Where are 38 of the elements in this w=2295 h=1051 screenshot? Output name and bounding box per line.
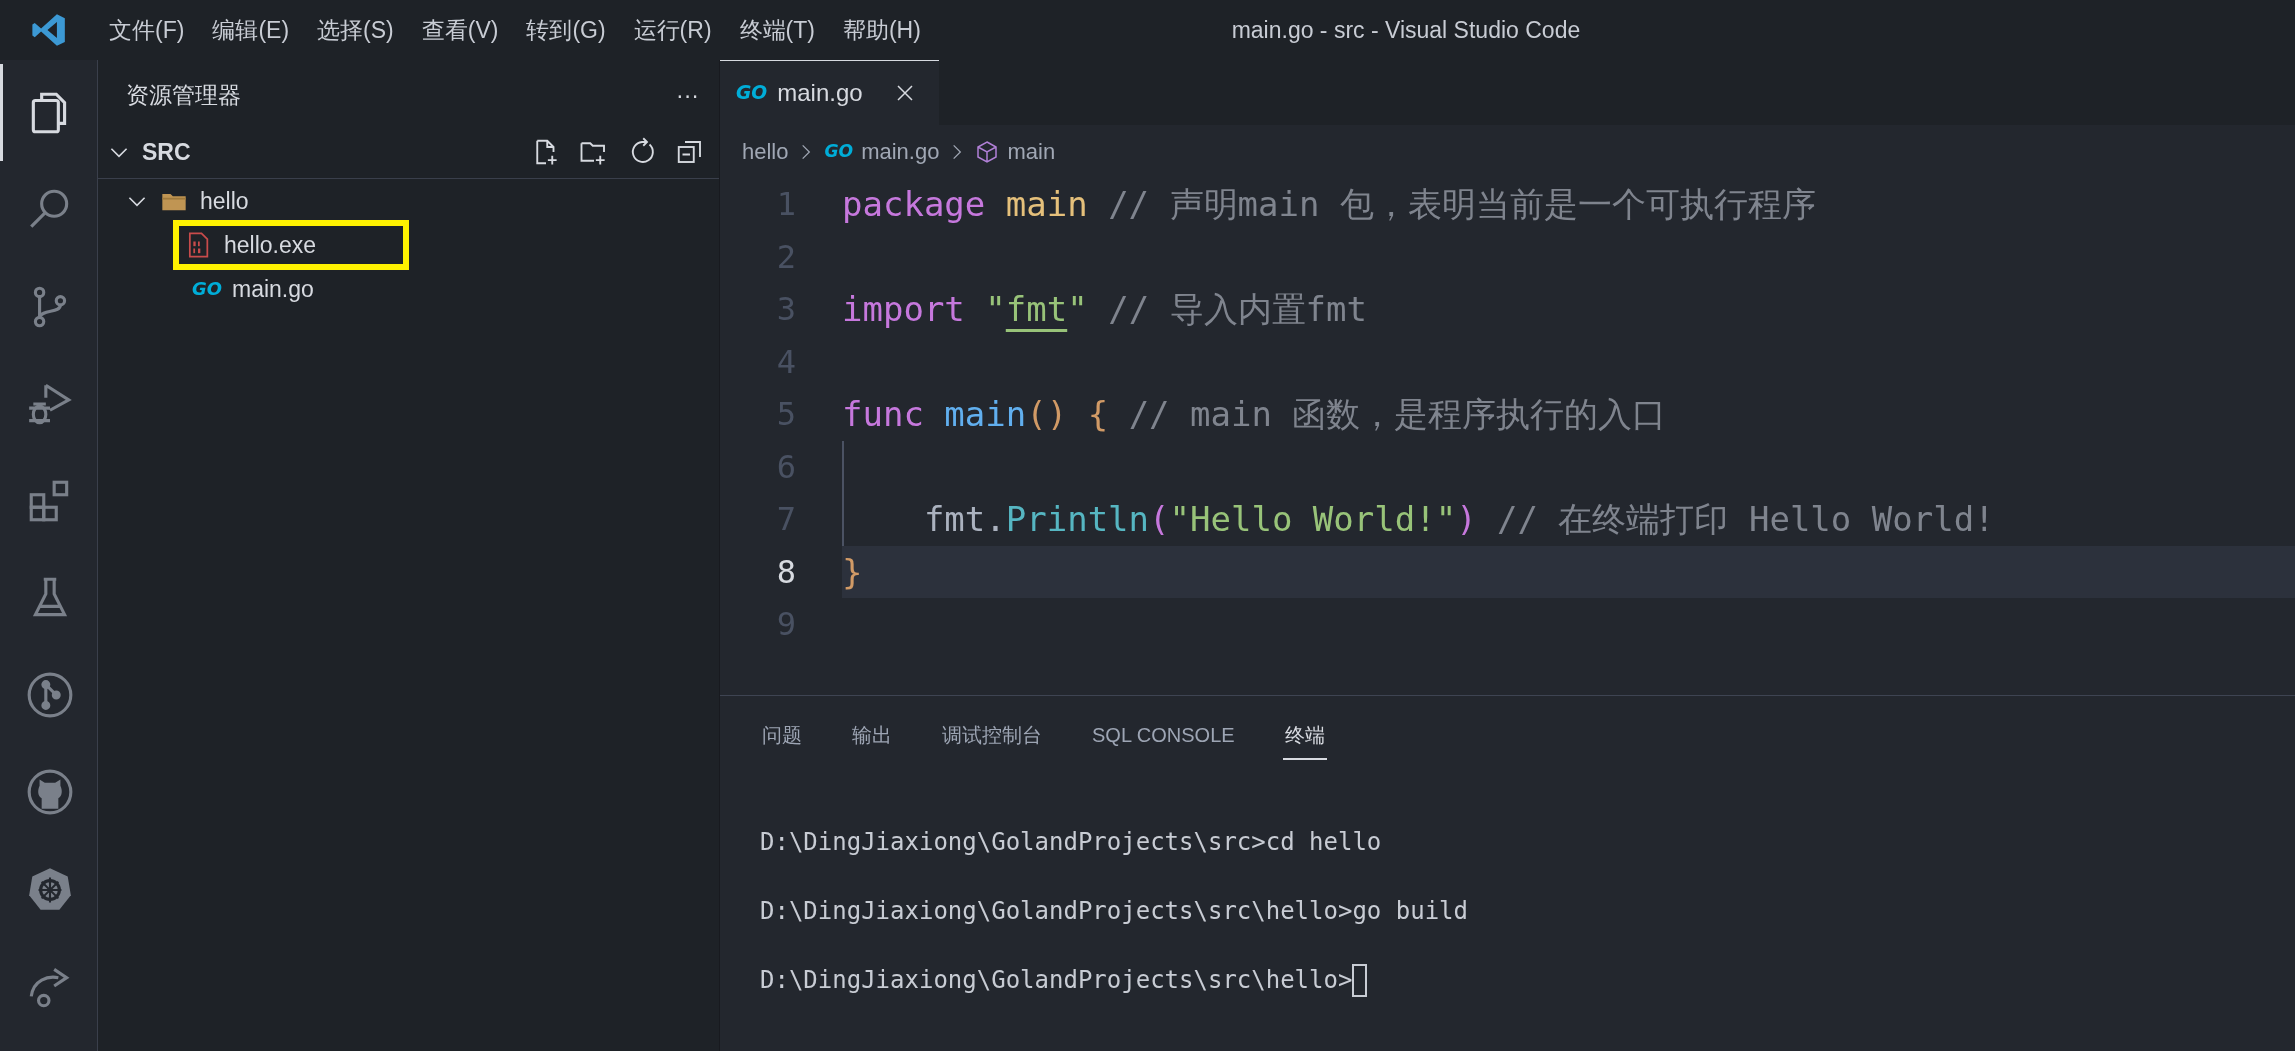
terminal-line: D:\DingJiaxiong\GolandProjects\src>cd hello <box>760 827 1382 858</box>
app-logo-icon <box>29 11 68 49</box>
menu-item[interactable]: 编辑(E) <box>200 8 302 52</box>
code-line: func main() { // main 函数，是程序执行的入口 <box>842 393 1667 436</box>
breadcrumb-item[interactable]: main <box>1007 135 1056 168</box>
editor-tab[interactable]: GO main.go <box>720 60 939 125</box>
code-line: fmt.Println("Hello World!") // 在终端打印 Hello World! <box>922 498 1995 541</box>
cube-icon <box>975 139 1000 164</box>
code-line: } <box>842 550 863 594</box>
menu-item[interactable]: 运行(R) <box>621 8 724 52</box>
panel-tab[interactable]: 调试控制台 <box>940 712 1044 760</box>
folder-label[interactable]: SRC <box>142 134 191 170</box>
menu-item[interactable]: 选择(S) <box>305 8 406 52</box>
file-label[interactable]: main.go <box>232 271 314 307</box>
go-logo: GO <box>192 276 222 301</box>
menu-item[interactable]: 终端(T) <box>727 8 827 52</box>
sidebar-title: 资源管理器 <box>126 80 241 110</box>
line-number: 8 <box>775 551 797 593</box>
code-line: import "fmt" // 导入内置fmt <box>842 288 1367 331</box>
more-actions-button[interactable]: ··· <box>676 77 699 113</box>
folder-label[interactable]: hello <box>200 183 249 219</box>
code-line: package main // 声明main 包，表明当前是一个可执行程序 <box>842 183 1816 226</box>
panel-tab[interactable]: 终端 <box>1282 712 1327 760</box>
breadcrumb-item[interactable]: main.go <box>861 135 940 168</box>
go-logo: GO <box>736 80 768 105</box>
panel-tab[interactable]: 输出 <box>850 712 894 760</box>
menu-item[interactable]: 帮助(H) <box>830 8 933 52</box>
terminal-line: D:\DingJiaxiong\GolandProjects\src\hello>go build <box>760 896 1468 927</box>
menu-item[interactable]: 查看(V) <box>409 8 511 52</box>
terminal-line: D:\DingJiaxiong\GolandProjects\src\hello> <box>760 965 1353 996</box>
menu-item[interactable]: 转到(G) <box>514 8 618 52</box>
go-logo: GO <box>824 139 854 163</box>
menu-item[interactable]: 文件(F) <box>97 8 197 52</box>
panel-tab[interactable]: SQL CONSOLE <box>1090 712 1237 760</box>
panel-tab[interactable]: 问题 <box>760 712 804 760</box>
breadcrumb-item[interactable]: hello <box>742 135 789 168</box>
window-title: main.go - src - Visual Studio Code <box>1230 15 1582 45</box>
file-label[interactable]: hello.exe <box>224 227 317 263</box>
